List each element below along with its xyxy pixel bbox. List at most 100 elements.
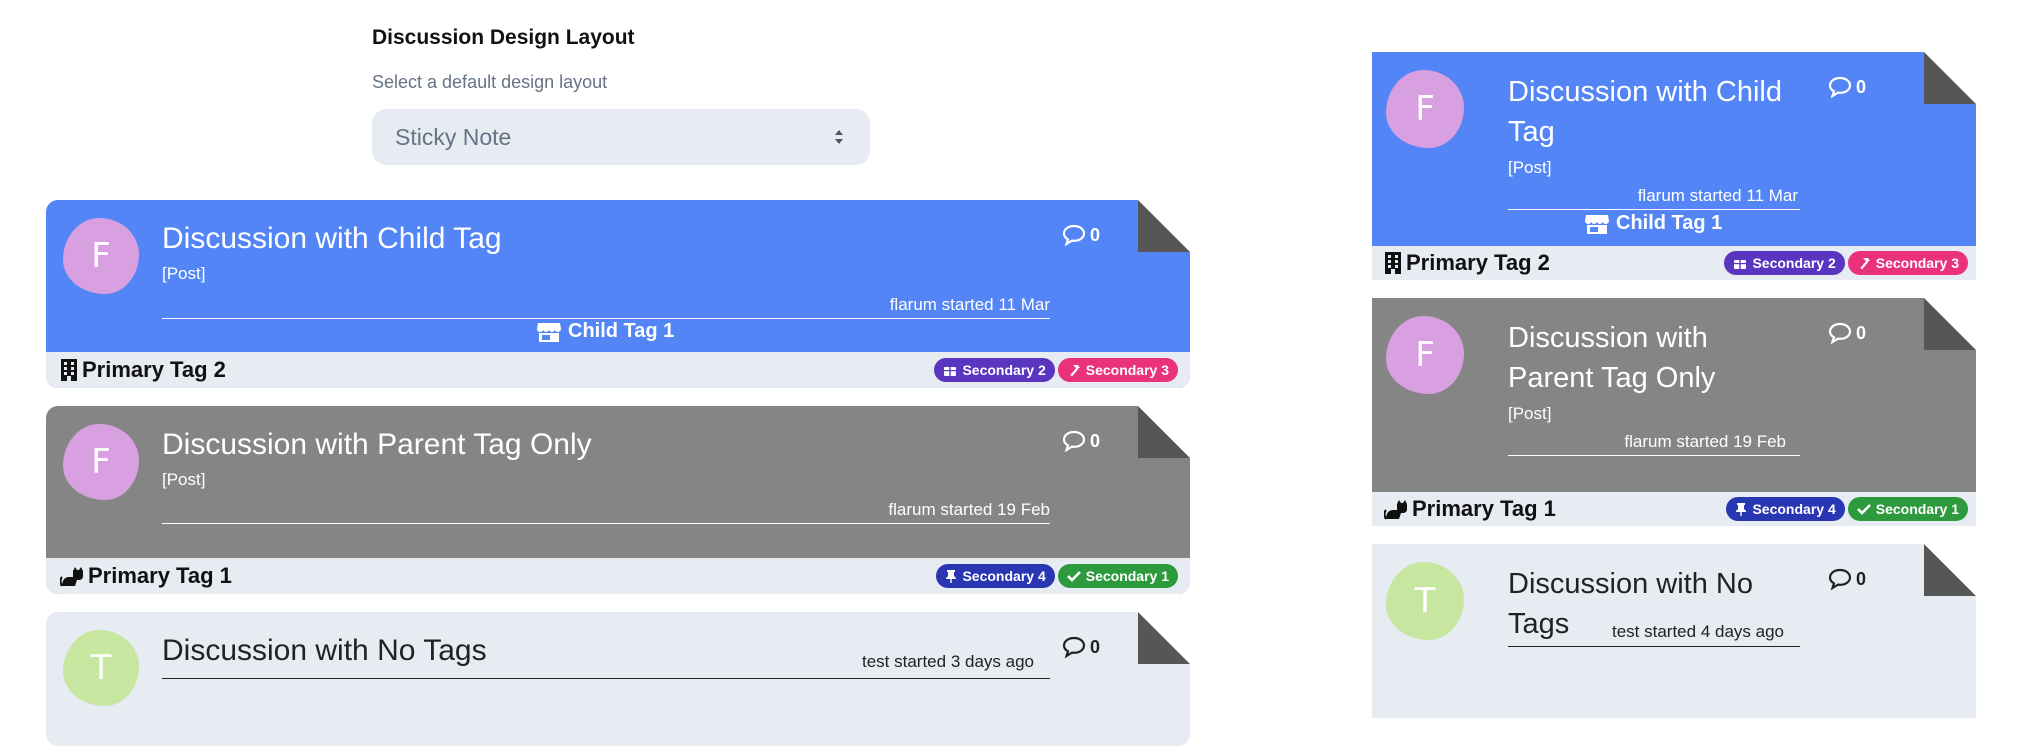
reply-count[interactable]: 0: [1062, 224, 1100, 246]
cat-icon: [1384, 500, 1407, 520]
corner-fold-icon: [1924, 52, 1976, 104]
secondary-tag-badge[interactable]: Secondary 3: [1847, 251, 1968, 275]
avatar[interactable]: T: [63, 630, 139, 706]
discussion-title[interactable]: Discussion with Parent Tag Only: [162, 428, 592, 462]
check-icon: [1066, 571, 1081, 582]
primary-tag[interactable]: Primary Tag 1: [60, 563, 232, 589]
child-tag-label: Child Tag 1: [568, 320, 675, 342]
gift-icon: [944, 367, 957, 376]
secondary-tag-badge[interactable]: Secondary 4: [1726, 497, 1845, 521]
secondary-tag-badge[interactable]: Secondary 3: [1057, 358, 1178, 382]
store-icon: [1585, 214, 1609, 234]
discussion-meta: flarum started 19 Feb: [1508, 432, 1800, 456]
thumbtack-icon: [1736, 503, 1747, 516]
child-tag[interactable]: Child Tag 1: [1584, 212, 1722, 235]
post-label: [Post]: [1508, 404, 1552, 423]
avatar[interactable]: F: [1386, 70, 1464, 148]
secondary-tag-label: Secondary 2: [962, 362, 1046, 378]
child-tag[interactable]: Child Tag 1: [536, 320, 674, 343]
discussion-meta: test started 4 days ago: [1508, 622, 1800, 647]
setting-label: Discussion Design Layout: [372, 26, 635, 49]
comment-icon: [1062, 636, 1086, 658]
building-icon: [1385, 252, 1401, 274]
child-tag-label: Child Tag 1: [1616, 212, 1723, 234]
corner-fold-icon: [1138, 612, 1190, 664]
primary-tag[interactable]: Primary Tag 2: [60, 357, 226, 383]
select-caret-icon: [835, 130, 843, 144]
design-layout-setting: Discussion Design Layout Select a defaul…: [372, 26, 872, 165]
discussion-card-parent-tag-narrow[interactable]: F Discussion with Parent Tag Only [Post]…: [1372, 298, 1976, 526]
design-layout-select[interactable]: Sticky Note: [372, 109, 870, 165]
avatar[interactable]: T: [1386, 562, 1464, 640]
reply-count[interactable]: 0: [1062, 636, 1100, 658]
reply-count[interactable]: 0: [1062, 430, 1100, 452]
discussion-card-child-tag-narrow[interactable]: F Discussion with Child Tag [Post] 0 fla…: [1372, 52, 1976, 280]
secondary-tag-badge[interactable]: Secondary 4: [936, 564, 1055, 588]
reply-count-value: 0: [1856, 76, 1867, 97]
reply-count[interactable]: 0: [1828, 76, 1866, 98]
reply-count-value: 0: [1856, 322, 1867, 343]
discussion-card-parent-tag[interactable]: F Discussion with Parent Tag Only [Post]…: [46, 406, 1190, 594]
discussion-meta: flarum started 19 Feb: [162, 500, 1050, 524]
discussion-card-no-tags-narrow[interactable]: T Discussion with No Tags 0 test started…: [1372, 544, 1976, 718]
primary-tag[interactable]: Primary Tag 2: [1384, 250, 1550, 276]
corner-fold-icon: [1138, 406, 1190, 458]
discussion-meta: flarum started 11 Mar: [1508, 186, 1800, 210]
secondary-tag-label: Secondary 4: [962, 568, 1046, 584]
secondary-tag-badge[interactable]: Secondary 2: [934, 358, 1055, 382]
card-footer: Primary Tag 2 Secondary 2 Secondary 3: [1372, 246, 1976, 280]
corner-fold-icon: [1924, 544, 1976, 596]
cat-icon: [60, 567, 83, 587]
discussion-meta: flarum started 11 Mar: [162, 295, 1050, 319]
comment-icon: [1828, 568, 1852, 590]
post-label: [Post]: [1508, 158, 1552, 177]
comment-icon: [1062, 224, 1086, 246]
secondary-tag-badge[interactable]: Secondary 1: [1847, 497, 1968, 521]
card-footer: Primary Tag 1 Secondary 4 Secondary 1: [1372, 492, 1976, 526]
secondary-tag-label: Secondary 3: [1875, 255, 1959, 271]
corner-fold-icon: [1924, 298, 1976, 350]
reply-count[interactable]: 0: [1828, 568, 1866, 590]
reply-count-value: 0: [1856, 568, 1867, 589]
primary-tag-label: Primary Tag 2: [1406, 250, 1550, 275]
avatar[interactable]: F: [1386, 316, 1464, 394]
building-icon: [61, 359, 77, 381]
thumbtack-icon: [946, 570, 957, 583]
reply-count[interactable]: 0: [1828, 322, 1866, 344]
secondary-tag-label: Secondary 2: [1752, 255, 1836, 271]
post-label: [Post]: [162, 470, 206, 489]
setting-help-text: Select a default design layout: [372, 72, 608, 92]
card-footer: Primary Tag 1 Secondary 4 Secondary 1: [46, 558, 1190, 594]
comment-icon: [1062, 430, 1086, 452]
discussion-title[interactable]: Discussion with Parent Tag Only: [1508, 318, 1758, 398]
design-layout-selected-value: Sticky Note: [395, 123, 512, 150]
reply-count-value: 0: [1090, 636, 1101, 657]
secondary-tag-label: Secondary 1: [1085, 568, 1169, 584]
reply-count-value: 0: [1090, 430, 1101, 451]
hammer-icon: [1860, 258, 1870, 270]
hammer-icon: [1070, 365, 1080, 377]
primary-tag-label: Primary Tag 1: [88, 563, 232, 588]
primary-tag-label: Primary Tag 2: [82, 357, 226, 382]
avatar[interactable]: F: [63, 218, 139, 294]
corner-fold-icon: [1138, 200, 1190, 252]
discussion-title[interactable]: Discussion with Child Tag: [162, 222, 502, 256]
check-icon: [1856, 504, 1871, 515]
discussion-card-no-tags[interactable]: T Discussion with No Tags 0 test started…: [46, 612, 1190, 746]
gift-icon: [1734, 260, 1747, 269]
avatar[interactable]: F: [63, 424, 139, 500]
card-footer: Primary Tag 2 Secondary 2 Secondary 3: [46, 352, 1190, 388]
discussion-card-child-tag[interactable]: F Discussion with Child Tag [Post] 0 fla…: [46, 200, 1190, 388]
primary-tag-label: Primary Tag 1: [1412, 496, 1556, 521]
store-icon: [537, 322, 561, 342]
discussion-title[interactable]: Discussion with Child Tag: [1508, 72, 1798, 152]
secondary-tag-label: Secondary 4: [1752, 501, 1836, 517]
discussion-meta: test started 3 days ago: [162, 652, 1050, 679]
secondary-tag-badge[interactable]: Secondary 2: [1724, 251, 1845, 275]
secondary-tag-badge[interactable]: Secondary 1: [1057, 564, 1178, 588]
primary-tag[interactable]: Primary Tag 1: [1384, 496, 1556, 522]
secondary-tag-label: Secondary 3: [1085, 362, 1169, 378]
post-label: [Post]: [162, 264, 206, 283]
reply-count-value: 0: [1090, 224, 1101, 245]
secondary-tag-label: Secondary 1: [1875, 501, 1959, 517]
